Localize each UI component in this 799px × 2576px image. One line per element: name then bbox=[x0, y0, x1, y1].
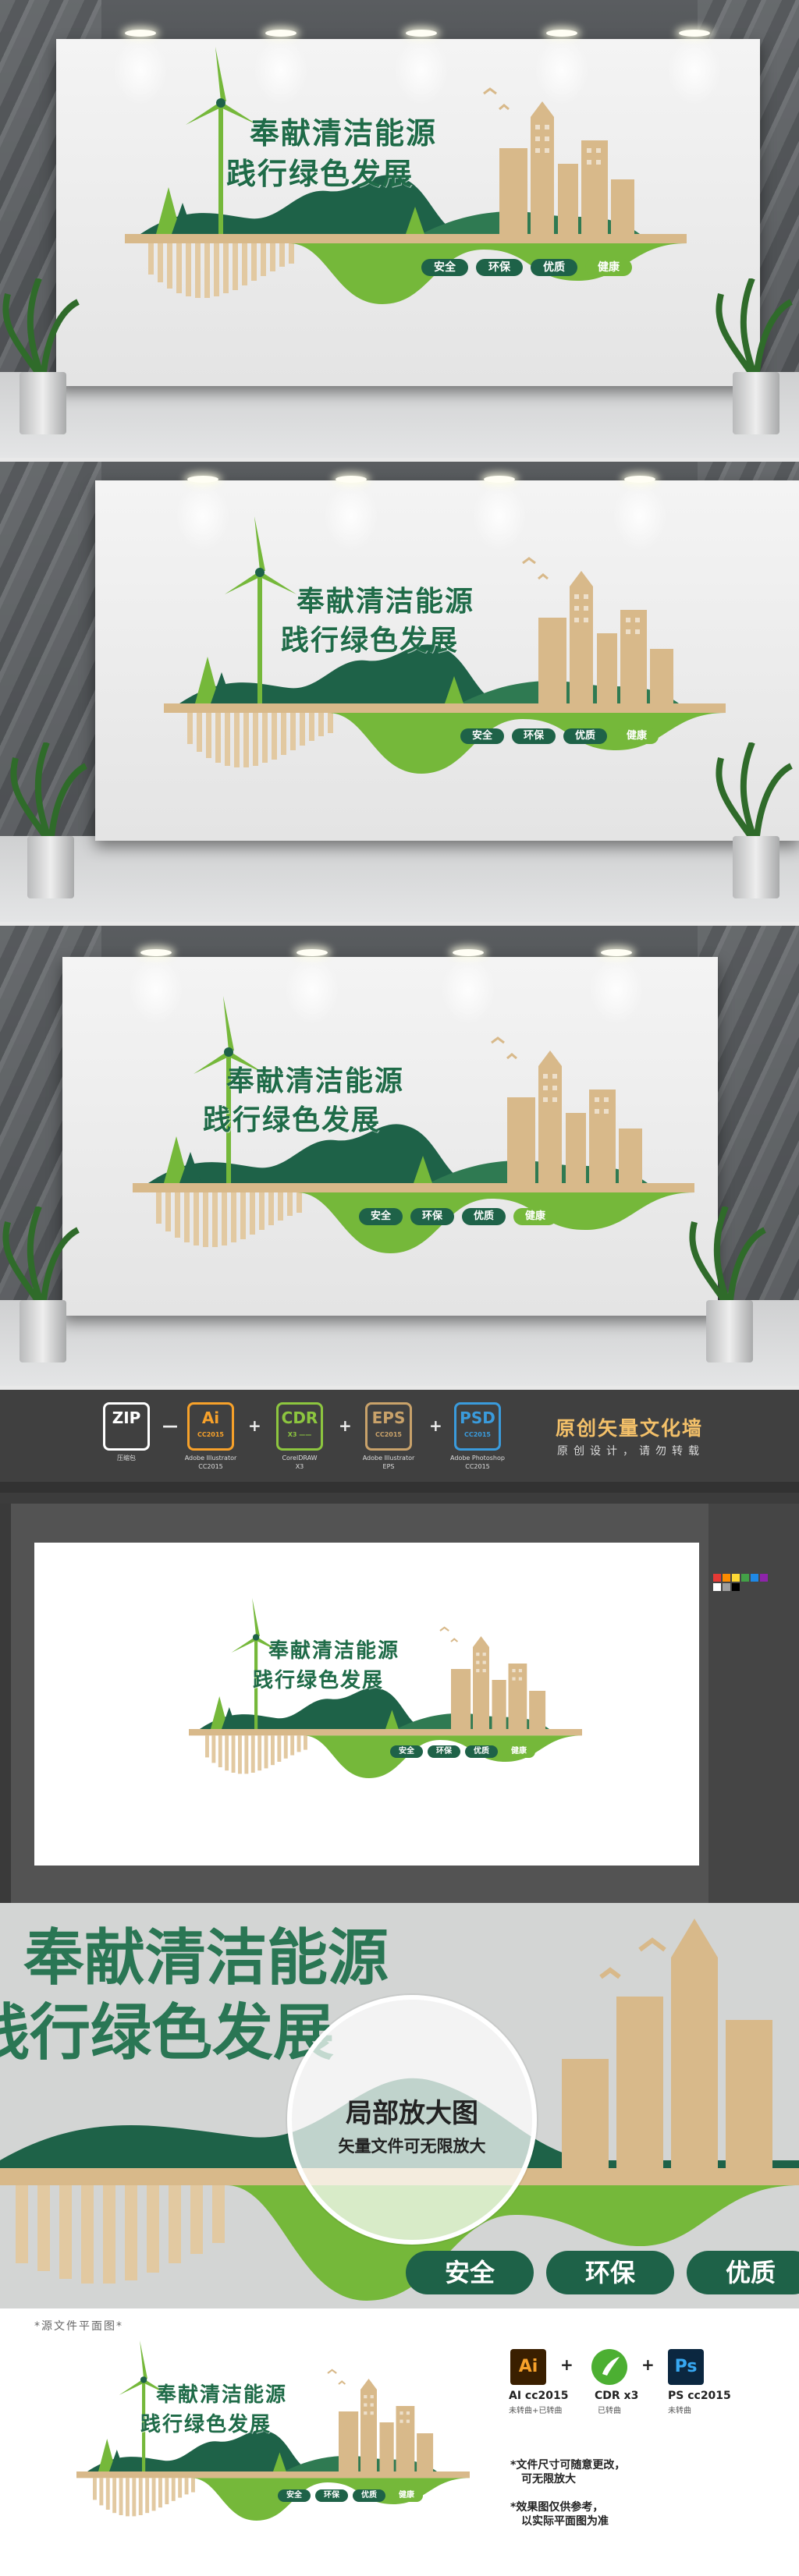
pill-safety: 安全 bbox=[460, 728, 504, 744]
coreldraw-icon: CDR X3 —— bbox=[276, 1402, 323, 1451]
illustrator-window: 奉献清洁能源 践行绿色发展 安全 环保 优质 健康 bbox=[0, 1482, 799, 1903]
ai-label: AI cc2015 bbox=[509, 2390, 569, 2402]
pill-health: 健康 bbox=[390, 2489, 423, 2502]
zoom-subheading: 矢量文件可无限放大 bbox=[338, 2137, 486, 2156]
sign-artwork: 奉献清洁能源 践行绿色发展 安全 环保 优质 健康 bbox=[101, 996, 726, 1261]
sign-title-line1: 奉献清洁能源 bbox=[268, 1639, 400, 1663]
pill-health: 健康 bbox=[585, 259, 632, 276]
software-bar: ZIP 压缩包 — Ai CC2015 Adobe Illustrator CC2… bbox=[0, 1390, 799, 1482]
pill-safety: 安全 bbox=[278, 2489, 311, 2502]
illustrator-caption: Adobe Illustrator CC2015 bbox=[184, 1455, 237, 1470]
eps-icon: EPS CC2015 bbox=[365, 1402, 412, 1451]
sign-title-line1: 奉献清洁能源 bbox=[156, 2383, 288, 2407]
note-reference: *效果图仅供参考， 以实际平面图为准 bbox=[510, 2501, 609, 2528]
original-wall-subtitle: 原创设计，请勿转载 bbox=[557, 1445, 705, 1458]
zoom-pill-safety: 安全 bbox=[406, 2251, 534, 2294]
zip-caption: 压缩包 bbox=[117, 1455, 136, 1462]
coreldraw-caption: CorelDRAW X3 bbox=[282, 1455, 318, 1470]
pill-quality: 优质 bbox=[563, 728, 607, 744]
zoom-pill-quality: 优质 bbox=[687, 2251, 799, 2294]
pill-safety: 安全 bbox=[359, 1208, 403, 1225]
right-panels[interactable] bbox=[708, 1504, 799, 1903]
separator: + bbox=[429, 1416, 442, 1435]
pill-quality: 优质 bbox=[353, 2489, 385, 2502]
sign-artwork: 奉献清洁能源 践行绿色发展 安全 环保 优质 健康 bbox=[167, 1597, 604, 1784]
cdr-sub: 已转曲 bbox=[598, 2407, 621, 2415]
separator: — bbox=[162, 1416, 178, 1435]
sign-artwork: 奉献清洁能源 践行绿色发展 安全 环保 优质 健康 bbox=[55, 2340, 492, 2527]
pill-quality: 优质 bbox=[531, 259, 577, 276]
pill-health: 健康 bbox=[502, 1745, 535, 1758]
sign-title-line1: 奉献清洁能源 bbox=[226, 1065, 405, 1097]
original-wall-title: 原创矢量文化墙 bbox=[556, 1417, 704, 1440]
flat-caption: *源文件平面图* bbox=[34, 2320, 123, 2333]
photoshop-icon: PSD CC2015 bbox=[454, 1402, 501, 1451]
eps-caption: Adobe Illustrator EPS bbox=[362, 1455, 415, 1470]
artboard[interactable]: 奉献清洁能源 践行绿色发展 安全 环保 优质 健康 bbox=[34, 1543, 699, 1866]
ps-sub: 未转曲 bbox=[668, 2407, 691, 2415]
menu-bar[interactable] bbox=[0, 1482, 799, 1493]
pill-environment: 环保 bbox=[315, 2489, 348, 2502]
value-pills: 安全 环保 优质 健康 bbox=[278, 2489, 423, 2502]
sign-title-line2: 践行绿色发展 bbox=[226, 156, 414, 191]
sign-title-line1: 奉献清洁能源 bbox=[297, 585, 475, 618]
scene-2: 奉献清洁能源 践行绿色发展 安全 环保 优质 健康 bbox=[0, 462, 799, 922]
value-pills: 安全 环保 优质 健康 bbox=[390, 1745, 535, 1758]
zoom-panel: 奉献清洁能源 践行绿色发展 局部放大图 矢量文件可无限放大 安全 环保 优质 bbox=[0, 1903, 799, 2308]
pill-health: 健康 bbox=[513, 1208, 557, 1225]
pill-quality: 优质 bbox=[465, 1745, 498, 1758]
pill-environment: 环保 bbox=[476, 259, 523, 276]
floor bbox=[0, 836, 799, 922]
photoshop-caption: Adobe Photoshop CC2015 bbox=[450, 1455, 505, 1470]
value-pills: 安全 环保 优质 健康 bbox=[359, 1208, 557, 1225]
potted-plant bbox=[713, 278, 799, 434]
value-pills: 安全 环保 优质 健康 bbox=[421, 259, 632, 276]
flat-panel: *源文件平面图* 奉献清洁能源 践行绿色发展 安全 环保 优质 健康 Ai AI… bbox=[0, 2308, 799, 2576]
pill-quality: 优质 bbox=[462, 1208, 506, 1225]
scene-3: 奉献清洁能源 践行绿色发展 安全 环保 优质 健康 bbox=[0, 926, 799, 1386]
potted-plant bbox=[0, 1207, 86, 1362]
sign-artwork: 奉献清洁能源 践行绿色发展 安全 环保 优质 健康 bbox=[94, 47, 718, 312]
sign-title-line1: 奉献清洁能源 bbox=[250, 115, 438, 151]
ai-sub: 未转曲+已转曲 bbox=[509, 2407, 563, 2415]
pill-environment: 环保 bbox=[428, 1745, 460, 1758]
potted-plant bbox=[8, 742, 94, 898]
illustrator-icon: Ai bbox=[510, 2349, 546, 2385]
tools-panel[interactable] bbox=[0, 1504, 11, 1903]
value-pills: 安全 环保 优质 健康 bbox=[460, 728, 659, 744]
zoom-pill-environment: 环保 bbox=[546, 2251, 674, 2294]
cdr-label: CDR x3 bbox=[595, 2390, 639, 2402]
sign-title-line2: 践行绿色发展 bbox=[140, 2413, 272, 2436]
coreldraw-icon bbox=[591, 2349, 627, 2385]
sign-artwork: 奉献清洁能源 践行绿色发展 安全 环保 优质 健康 bbox=[133, 516, 757, 781]
plus-separator: + bbox=[560, 2355, 574, 2374]
sign-title-line2: 践行绿色发展 bbox=[281, 624, 460, 657]
zoom-lens: 局部放大图 矢量文件可无限放大 bbox=[287, 1995, 537, 2245]
zip-icon: ZIP bbox=[103, 1402, 150, 1451]
pill-environment: 环保 bbox=[512, 728, 556, 744]
zoom-heading: 局部放大图 bbox=[346, 2098, 478, 2129]
scene-1: 奉献清洁能源 践行绿色发展 安全 环保 优质 健康 bbox=[0, 0, 799, 458]
illustrator-icon: Ai CC2015 bbox=[187, 1402, 234, 1451]
pill-environment: 环保 bbox=[410, 1208, 454, 1225]
note-size: *文件尺寸可随意更改， 可无限放大 bbox=[510, 2459, 626, 2486]
document-tab-bar[interactable] bbox=[0, 1493, 799, 1504]
pill-safety: 安全 bbox=[390, 1745, 423, 1758]
sign-title-line2: 践行绿色发展 bbox=[203, 1104, 382, 1136]
plus-separator: + bbox=[641, 2355, 655, 2374]
pill-health: 健康 bbox=[615, 728, 659, 744]
separator: + bbox=[339, 1416, 352, 1435]
separator: + bbox=[248, 1416, 261, 1435]
photoshop-icon: Ps bbox=[668, 2349, 704, 2385]
pill-safety: 安全 bbox=[421, 259, 468, 276]
ps-label: PS cc2015 bbox=[668, 2390, 731, 2402]
sign-title-line2: 践行绿色发展 bbox=[253, 1669, 385, 1692]
potted-plant bbox=[0, 278, 86, 434]
